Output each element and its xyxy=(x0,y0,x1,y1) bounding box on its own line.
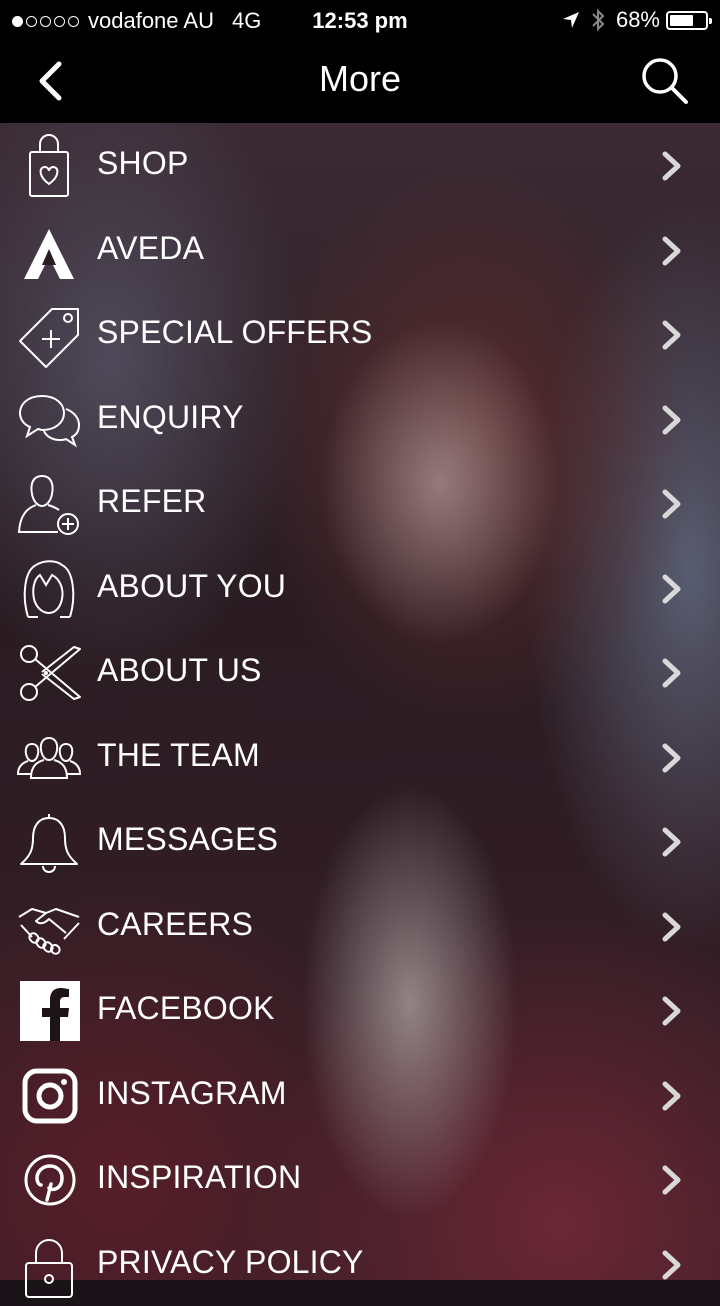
shopping-bag-icon xyxy=(16,134,82,198)
menu-item-messages[interactable]: MESSAGES xyxy=(0,799,720,884)
battery-tip xyxy=(709,18,712,24)
bluetooth-icon xyxy=(590,8,606,32)
woman-face-icon xyxy=(16,557,82,621)
status-bar: vodafone AU 4G 12:53 pm 68% xyxy=(0,0,720,40)
menu-item-enquiry[interactable]: ENQUIRY xyxy=(0,377,720,462)
menu-item-inspiration[interactable]: INSPIRATION xyxy=(0,1137,720,1222)
menu-item-label: ENQUIRY xyxy=(97,399,244,436)
battery-icon xyxy=(666,11,708,30)
menu-item-label: SPECIAL OFFERS xyxy=(97,314,372,351)
chevron-right-icon xyxy=(660,573,684,605)
facebook-icon xyxy=(16,979,82,1043)
more-menu-list: SHOP AVEDA SPECIAL OFFERS ENQUIRY xyxy=(0,123,720,1306)
menu-item-shop[interactable]: SHOP xyxy=(0,123,720,208)
menu-item-label: AVEDA xyxy=(97,230,204,267)
battery-percent: 68% xyxy=(616,7,660,33)
pinterest-icon xyxy=(16,1148,82,1212)
menu-item-label: ABOUT YOU xyxy=(97,568,286,605)
lock-icon xyxy=(16,1233,82,1297)
chevron-right-icon xyxy=(660,150,684,182)
navigation-bar: More xyxy=(0,40,720,123)
menu-item-the-team[interactable]: THE TEAM xyxy=(0,715,720,800)
chevron-right-icon xyxy=(660,235,684,267)
chevron-right-icon xyxy=(660,826,684,858)
menu-item-label: THE TEAM xyxy=(97,737,260,774)
menu-item-label: SHOP xyxy=(97,145,189,182)
chevron-right-icon xyxy=(660,1164,684,1196)
page-title: More xyxy=(0,58,720,100)
chevron-right-icon xyxy=(660,404,684,436)
menu-item-label: REFER xyxy=(97,483,206,520)
menu-item-privacy-policy[interactable]: PRIVACY POLICY xyxy=(0,1222,720,1306)
menu-item-careers[interactable]: CAREERS xyxy=(0,884,720,969)
menu-item-label: INSPIRATION xyxy=(97,1159,301,1196)
menu-item-label: PRIVACY POLICY xyxy=(97,1244,364,1281)
search-button[interactable] xyxy=(638,54,690,106)
chevron-right-icon xyxy=(660,742,684,774)
team-icon xyxy=(16,726,82,790)
menu-item-label: ABOUT US xyxy=(97,652,262,689)
chevron-right-icon xyxy=(660,657,684,689)
menu-item-about-us[interactable]: ABOUT US xyxy=(0,630,720,715)
chevron-right-icon xyxy=(660,995,684,1027)
chevron-right-icon xyxy=(660,1249,684,1281)
battery-level-fill xyxy=(670,15,693,26)
price-tag-icon xyxy=(16,303,82,367)
menu-item-label: INSTAGRAM xyxy=(97,1075,287,1112)
menu-item-refer[interactable]: REFER xyxy=(0,461,720,546)
handshake-icon xyxy=(16,895,82,959)
menu-item-label: MESSAGES xyxy=(97,821,278,858)
menu-item-label: FACEBOOK xyxy=(97,990,275,1027)
menu-item-label: CAREERS xyxy=(97,906,253,943)
menu-item-special-offers[interactable]: SPECIAL OFFERS xyxy=(0,292,720,377)
chat-bubbles-icon xyxy=(16,388,82,452)
search-icon xyxy=(638,54,690,106)
instagram-icon xyxy=(16,1064,82,1128)
chevron-right-icon xyxy=(660,488,684,520)
add-user-icon xyxy=(16,472,82,536)
chevron-right-icon xyxy=(660,319,684,351)
bell-icon xyxy=(16,810,82,874)
menu-item-about-you[interactable]: ABOUT YOU xyxy=(0,546,720,631)
aveda-logo-icon xyxy=(16,219,82,283)
chevron-right-icon xyxy=(660,911,684,943)
menu-item-facebook[interactable]: FACEBOOK xyxy=(0,968,720,1053)
chevron-right-icon xyxy=(660,1080,684,1112)
location-arrow-icon xyxy=(562,11,580,29)
menu-item-instagram[interactable]: INSTAGRAM xyxy=(0,1053,720,1138)
scissors-icon xyxy=(16,641,82,705)
menu-item-aveda[interactable]: AVEDA xyxy=(0,208,720,293)
status-right: 68% xyxy=(562,7,708,33)
